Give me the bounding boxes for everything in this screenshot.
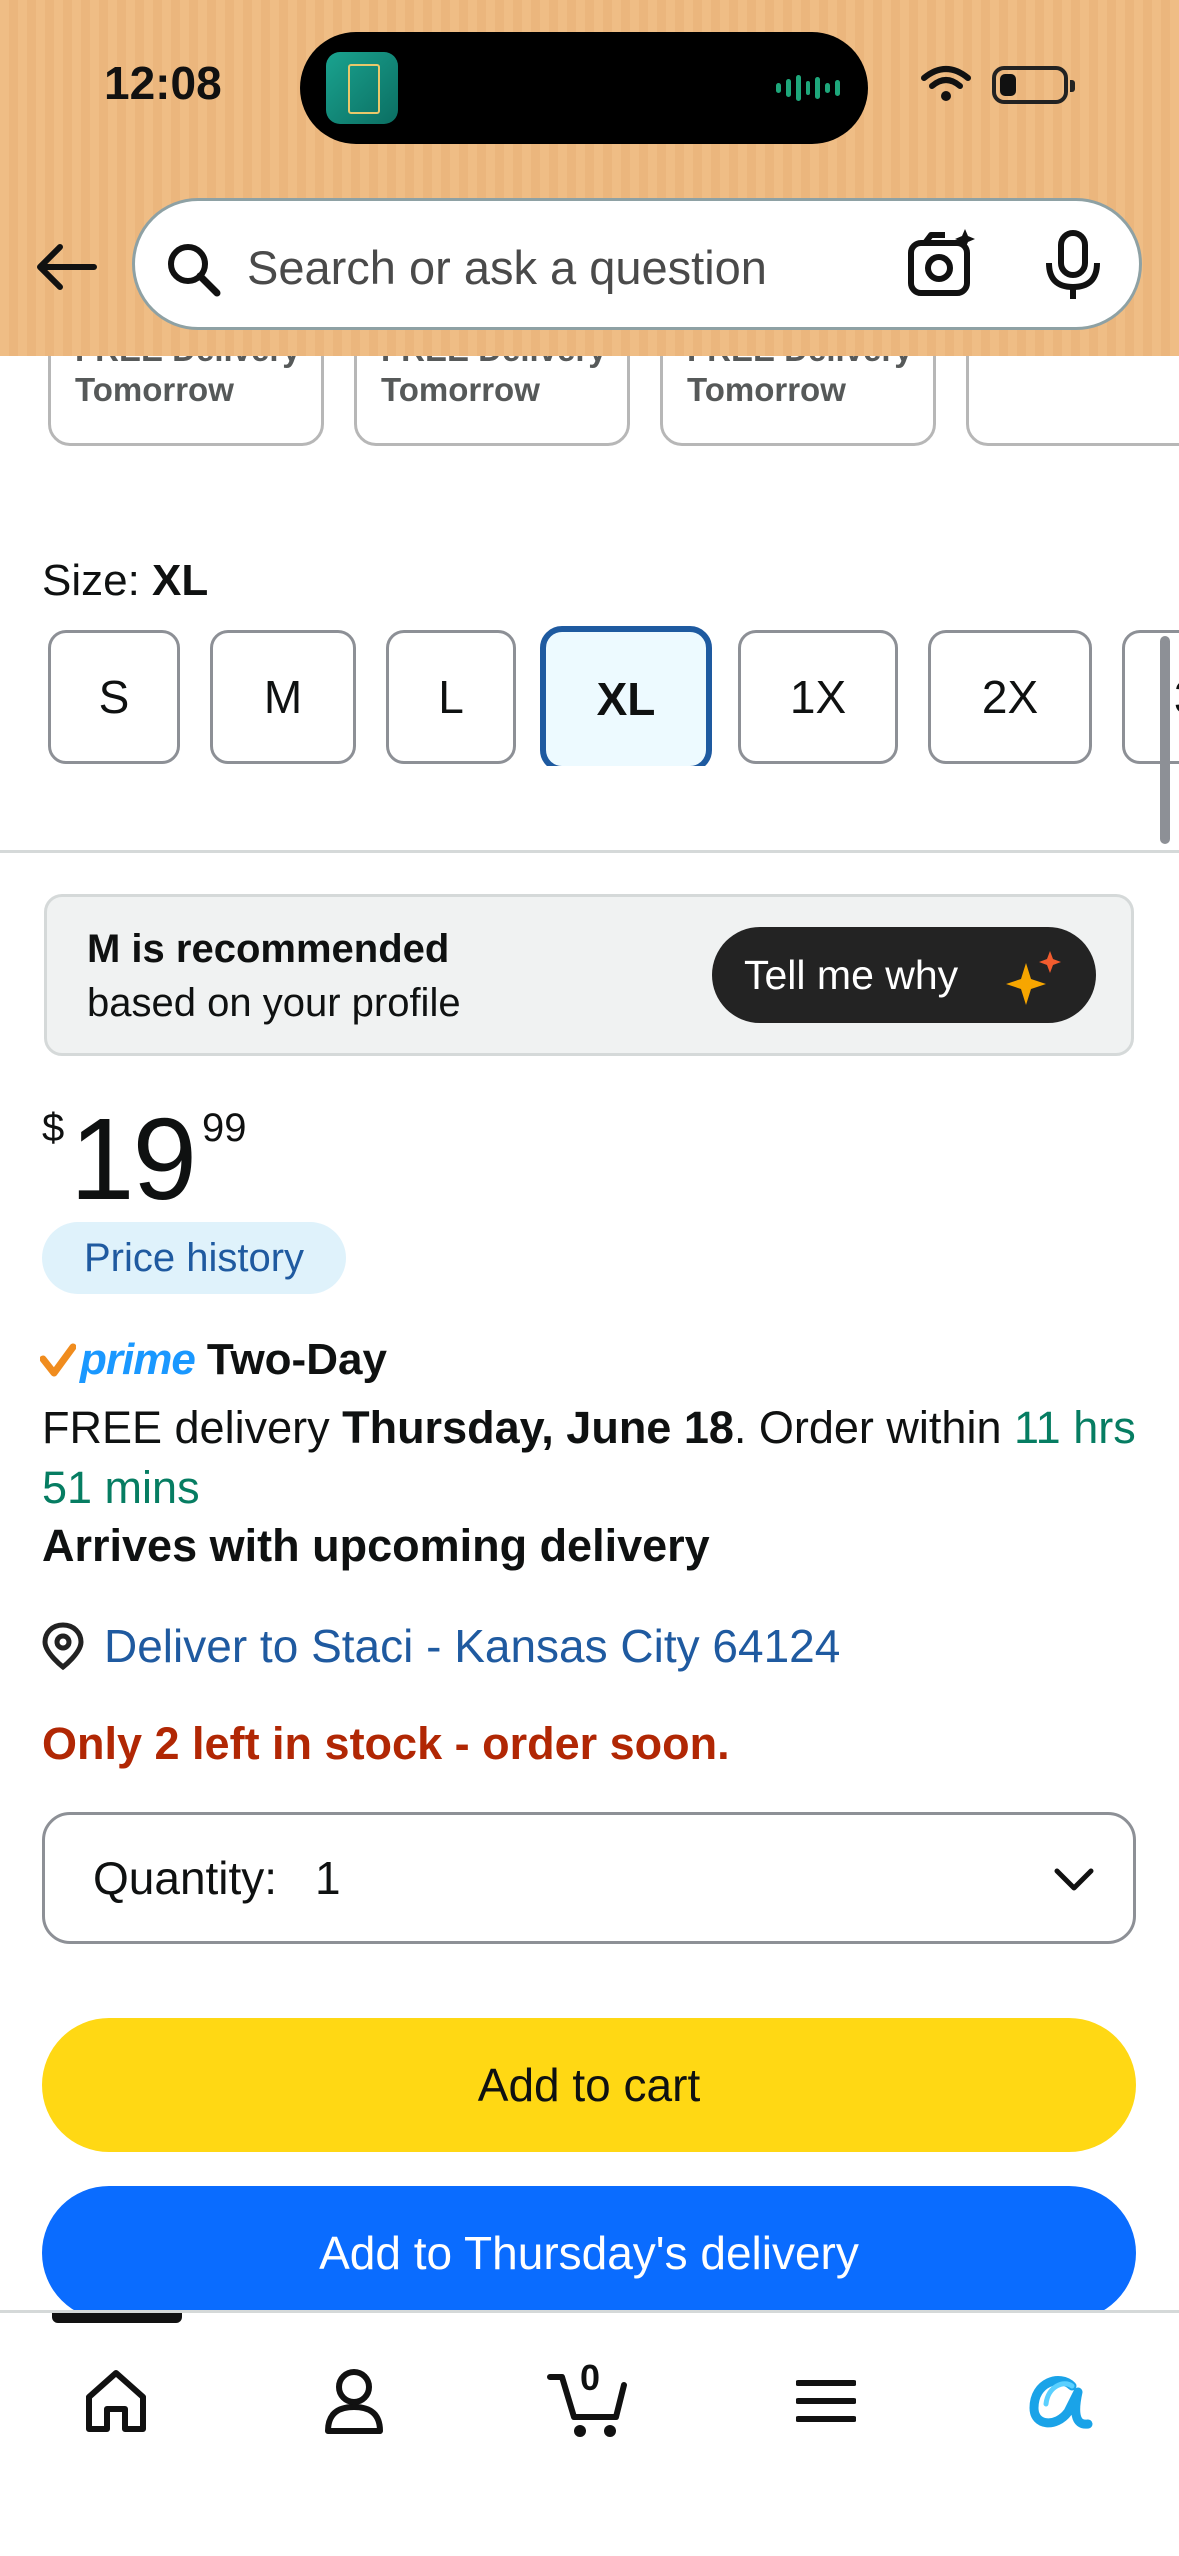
prime-logo: prime	[80, 1335, 196, 1384]
delivery-option-day: Tomorrow	[75, 371, 234, 408]
size-options: S M L XL 1X 2X 3X	[0, 626, 1179, 766]
size-selected-value: XL	[152, 556, 209, 605]
size-option-1x[interactable]: 1X	[738, 630, 898, 764]
prime-two-day: Two-Day	[206, 1335, 387, 1384]
section-divider	[0, 850, 1179, 853]
delivery-option-card[interactable]: FREE Delivery Tomorrow	[354, 356, 630, 446]
mic-icon[interactable]	[1041, 229, 1105, 303]
add-to-delivery-button[interactable]: Add to Thursday's delivery	[42, 2186, 1136, 2320]
nav-rufus[interactable]	[1012, 2351, 1112, 2451]
price-history-button[interactable]: Price history	[42, 1222, 346, 1294]
menu-icon	[796, 2380, 856, 2422]
nav-home[interactable]	[66, 2351, 166, 2451]
camera-icon[interactable]	[905, 227, 979, 301]
delivery-free-prefix: FREE delivery	[42, 1402, 343, 1453]
home-icon	[86, 2370, 146, 2432]
size-option-2x[interactable]: 2X	[928, 630, 1092, 764]
recommendation-title: M is recommended	[87, 927, 450, 971]
tell-me-why-button[interactable]: Tell me why	[712, 927, 1096, 1023]
delivery-date: Thursday, June 18	[342, 1402, 734, 1453]
audio-wave-icon	[776, 74, 841, 102]
size-label: Size: XL	[42, 556, 208, 606]
location-pin-icon	[42, 1622, 84, 1671]
size-recommendation: M is recommended based on your profile T…	[44, 894, 1134, 1056]
delivery-option-card[interactable]: FREE Delivery Tomorrow	[48, 356, 324, 446]
delivery-option-card[interactable]: FREE Delivery Tomorrow	[660, 356, 936, 446]
dynamic-island[interactable]	[300, 32, 868, 144]
nav-account[interactable]	[304, 2351, 404, 2451]
battery-icon	[992, 66, 1075, 104]
size-option-l[interactable]: L	[386, 630, 516, 764]
delivery-option-card[interactable]	[966, 356, 1179, 446]
nav-active-indicator	[52, 2313, 182, 2323]
recommendation-subtitle: based on your profile	[87, 981, 461, 1025]
back-button[interactable]	[28, 232, 104, 302]
search-bar[interactable]	[132, 198, 1142, 330]
delivery-option-label: FREE Delivery	[687, 356, 913, 369]
deliver-to-row[interactable]: Deliver to Staci - Kansas City 64124	[40, 1614, 840, 1678]
size-scrollbar[interactable]	[1160, 636, 1170, 844]
wifi-icon	[921, 66, 971, 101]
sparkle-icon	[1006, 951, 1061, 1005]
tell-me-why-label: Tell me why	[744, 951, 959, 998]
stock-warning: Only 2 left in stock - order soon.	[42, 1718, 730, 1769]
cart-count: 0	[580, 2357, 601, 2398]
delivery-estimate: FREE delivery Thursday, June 18. Order w…	[42, 1398, 1152, 1518]
quantity-dropdown[interactable]: Quantity: 1	[42, 1812, 1136, 1944]
delivery-option-label: FREE Delivery	[381, 356, 607, 369]
status-indicators	[920, 60, 1080, 110]
account-icon	[325, 2369, 383, 2434]
search-input[interactable]	[247, 229, 907, 305]
delivery-option-day: Tomorrow	[381, 371, 540, 408]
price-whole: 19	[70, 1094, 197, 1224]
delivery-option-label: FREE Delivery	[75, 356, 301, 369]
delivery-order-within: . Order within	[733, 1402, 1014, 1453]
nav-menu[interactable]	[776, 2351, 876, 2451]
price-fraction: 99	[202, 1106, 247, 1150]
search-icon	[168, 244, 221, 297]
size-option-3x[interactable]: 3X	[1122, 630, 1179, 764]
nav-cart[interactable]: 0	[538, 2351, 638, 2451]
size-option-xl[interactable]: XL	[540, 626, 712, 766]
quantity-value: 1	[315, 1852, 341, 1904]
status-time: 12:08	[104, 57, 222, 109]
size-option-s[interactable]: S	[48, 630, 180, 764]
delivery-options-row: FREE Delivery Tomorrow FREE Delivery Tom…	[0, 356, 1179, 456]
quantity-label: Quantity:	[93, 1852, 278, 1904]
prime-check-icon	[40, 1343, 76, 1377]
arrives-with-upcoming: Arrives with upcoming delivery	[42, 1520, 710, 1571]
back-arrow-icon	[37, 244, 97, 290]
deliver-to-link[interactable]: Deliver to Staci - Kansas City 64124	[104, 1619, 840, 1673]
size-label-prefix: Size:	[42, 556, 153, 605]
chevron-down-icon	[1054, 1868, 1094, 1891]
add-to-cart-button[interactable]: Add to cart	[42, 2018, 1136, 2152]
rufus-icon	[1029, 2376, 1093, 2429]
app-header: 12:08	[0, 0, 1179, 356]
prime-badge: prime Two-Day	[40, 1330, 387, 1390]
delivery-option-day: Tomorrow	[687, 371, 846, 408]
bottom-nav: 0	[0, 2310, 1179, 2556]
size-option-m[interactable]: M	[210, 630, 356, 764]
now-playing-thumbnail	[326, 52, 398, 124]
price-symbol: $	[42, 1106, 65, 1150]
